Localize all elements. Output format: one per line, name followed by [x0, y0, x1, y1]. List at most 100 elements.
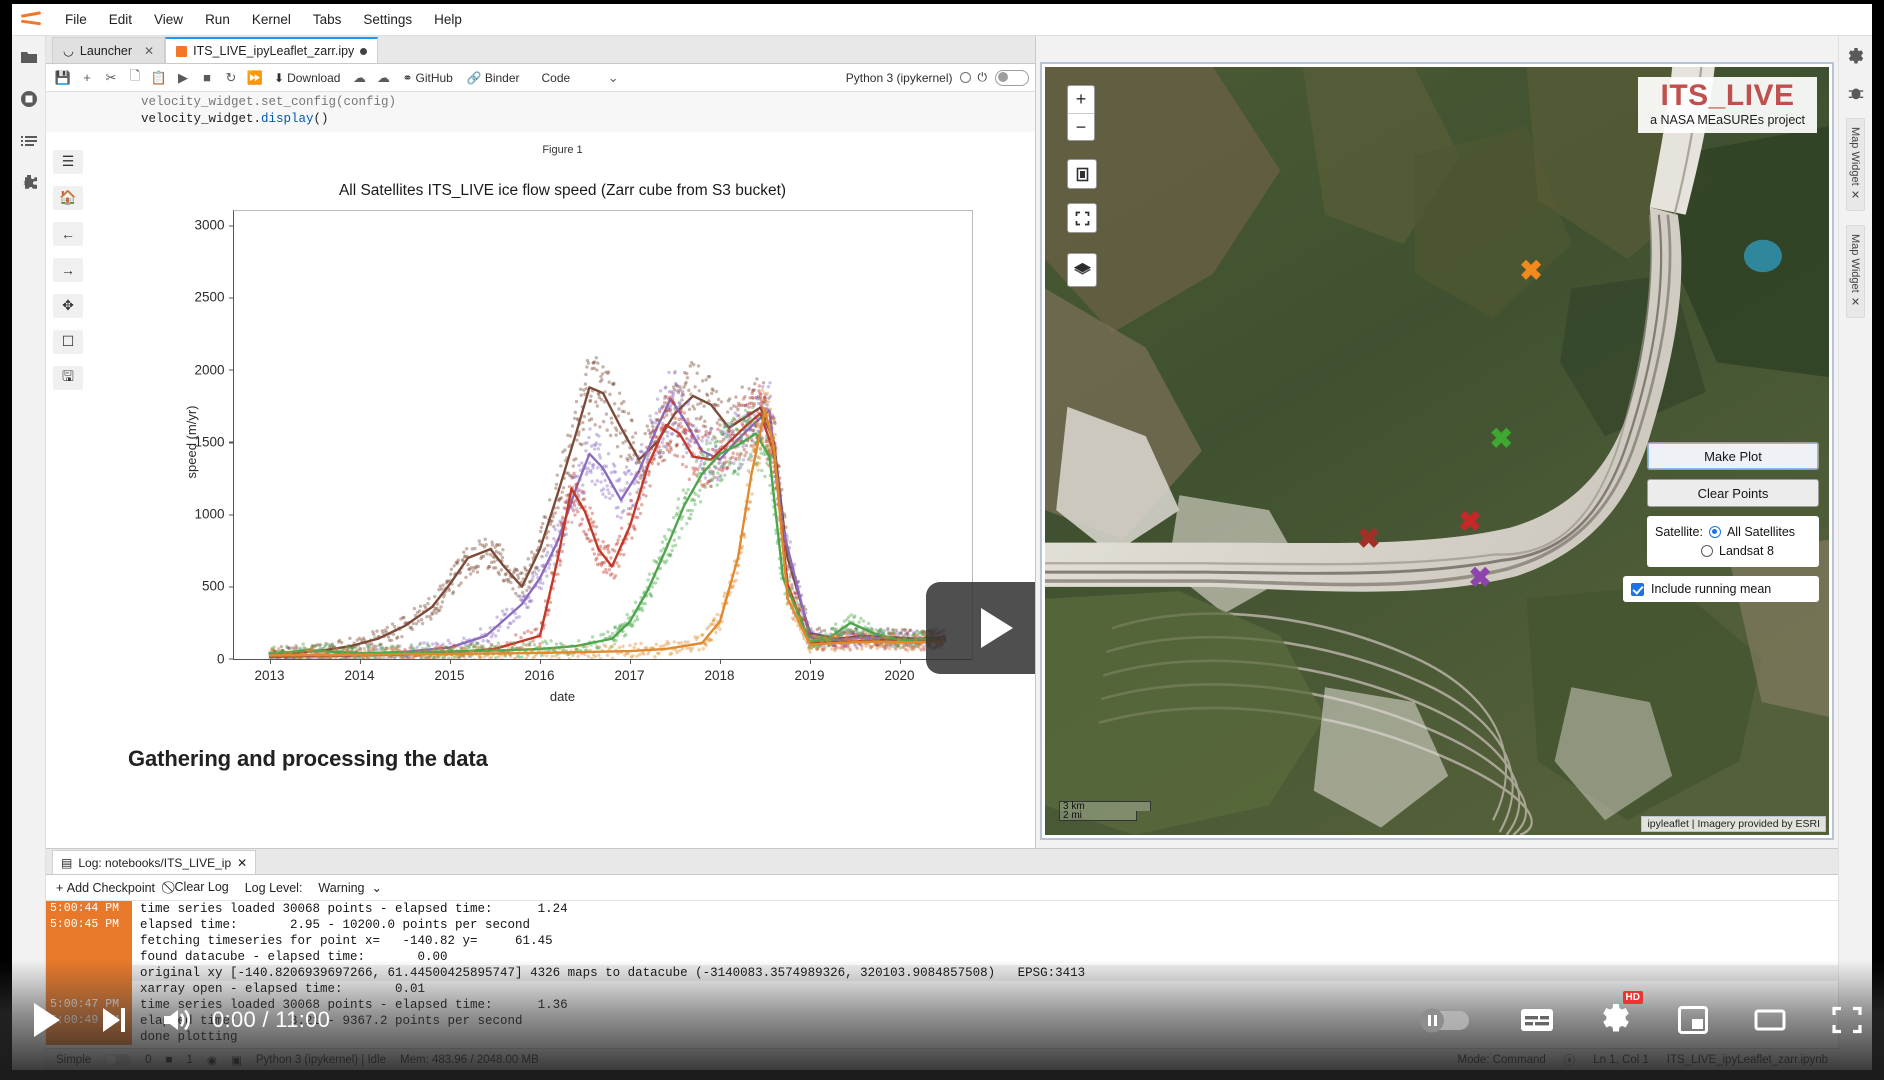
radio-landsat8-icon[interactable]	[1701, 544, 1713, 557]
menu-settings[interactable]: Settings	[352, 8, 423, 31]
clear-log-button[interactable]: ⃠ Clear Log	[171, 880, 229, 895]
paste-icon[interactable]: 📋	[148, 67, 170, 89]
figure-play-button[interactable]	[926, 582, 1035, 674]
map-marker-purple[interactable]: ✖	[1468, 563, 1491, 592]
quality-hd-badge: HD	[1622, 991, 1643, 1004]
menu-view[interactable]: View	[143, 8, 194, 31]
fullscreen-map-button[interactable]	[1067, 203, 1097, 233]
map-marker-red[interactable]: ✖	[1458, 508, 1481, 536]
mpl-home-icon[interactable]: 🏠	[53, 185, 83, 210]
add-cell-icon[interactable]: +	[76, 67, 98, 89]
save-icon[interactable]: 💾	[52, 67, 74, 89]
map-frame: + − ITS_LIVE a NASA MEaSUREs project ✖ ✖…	[1040, 62, 1834, 840]
chart-x-tick: 2013	[254, 658, 285, 683]
tab-launcher[interactable]: ◡ Launcher ✕	[52, 37, 166, 63]
cell-type-select[interactable]: Code	[536, 71, 577, 85]
push-to-cloud-icon[interactable]: ☁	[348, 67, 370, 89]
kernel-icon[interactable]: ◉	[207, 1053, 217, 1067]
next-video-button[interactable]	[96, 1003, 130, 1037]
notebook-scroll-area[interactable]: velocity_widget.set_config(config) veloc…	[46, 92, 1035, 848]
mpl-forward-icon[interactable]: →	[53, 257, 83, 282]
map-marker-darkred[interactable]: ✖	[1357, 525, 1380, 553]
close-icon[interactable]: ✕	[144, 44, 154, 58]
volume-button[interactable]	[158, 1002, 194, 1038]
menu-kernel[interactable]: Kernel	[241, 8, 302, 31]
settings-gear-icon[interactable]: HD	[1600, 991, 1643, 1036]
menu-edit[interactable]: Edit	[98, 8, 143, 31]
leaflet-map[interactable]: + − ITS_LIVE a NASA MEaSUREs project ✖ ✖…	[1045, 67, 1829, 835]
cut-icon[interactable]: ✂	[100, 67, 122, 89]
fullscreen-button[interactable]	[1832, 1006, 1862, 1034]
tab-notebook-label: ITS_LIVE_ipyLeaflet_zarr.ipy	[193, 44, 355, 58]
code-cell-fragment[interactable]: velocity_widget.set_config(config) veloc…	[46, 92, 1035, 132]
satellite-option-landsat8[interactable]: Landsat 8	[1655, 541, 1811, 560]
jupyter-logo	[18, 8, 44, 32]
chevron-down-icon[interactable]: ⌄	[602, 67, 624, 89]
log-level-select[interactable]: Warning ⌄	[318, 880, 382, 895]
make-plot-button[interactable]: Make Plot	[1647, 442, 1819, 470]
autoplay-toggle[interactable]	[1418, 1005, 1474, 1035]
map-widget-tab-2[interactable]: Map Widget ✕	[1846, 224, 1865, 318]
mpl-zoom-rect-icon[interactable]: ☐	[53, 329, 83, 354]
zoom-in-button[interactable]: +	[1068, 86, 1094, 113]
restart-kernel-icon[interactable]: ↻	[220, 67, 242, 89]
table-of-contents-icon[interactable]	[18, 130, 40, 152]
close-icon[interactable]: ✕	[237, 856, 247, 870]
code-parens: ()	[313, 111, 329, 126]
terminals-count[interactable]: 0	[145, 1054, 151, 1066]
clear-points-button[interactable]: Clear Points	[1647, 479, 1819, 507]
property-inspector-icon[interactable]	[1845, 46, 1867, 68]
mpl-pan-icon[interactable]: ✥	[53, 293, 83, 318]
kernel-status-text[interactable]: Python 3 (ipykernel) | Idle	[256, 1054, 386, 1066]
satellite-option-all[interactable]: Satellite: All Satellites	[1655, 522, 1811, 541]
pull-from-cloud-icon[interactable]: ☁	[372, 67, 394, 89]
figure-canvas[interactable]: Figure 1 All Satellites ITS_LIVE ice flo…	[90, 140, 1035, 722]
chart-series-point-red	[267, 383, 946, 659]
restart-run-all-icon[interactable]: ⏩	[244, 67, 266, 89]
github-button[interactable]: ⚭ GitHub	[396, 71, 458, 85]
tab-log-console[interactable]: ▤ Log: notebooks/ITS_LIVE_ip ✕	[52, 850, 257, 874]
clear-log-label: Clear Log	[174, 880, 229, 894]
notebook-status-icon[interactable]: ▣	[231, 1053, 242, 1067]
binder-button[interactable]: 🔗 Binder	[461, 71, 526, 85]
radio-all-satellites-icon[interactable]	[1708, 525, 1721, 538]
terminal-icon[interactable]: ■	[166, 1054, 173, 1066]
zoom-out-button[interactable]: −	[1068, 113, 1094, 140]
map-marker-orange[interactable]: ✖	[1519, 256, 1542, 285]
extension-manager-icon[interactable]	[18, 172, 40, 194]
mpl-save-icon[interactable]: 🖫	[53, 365, 83, 390]
running-sessions-icon[interactable]	[18, 88, 40, 110]
notebook-mode-toggle[interactable]	[995, 69, 1029, 86]
copy-icon[interactable]: 🗋	[124, 67, 146, 89]
chart-x-tick: 2020	[884, 658, 915, 683]
running-mean-checkbox-row[interactable]: Include running mean	[1623, 576, 1819, 602]
run-icon[interactable]: ▶	[172, 67, 194, 89]
stop-icon[interactable]: ■	[196, 67, 218, 89]
menu-tabs[interactable]: Tabs	[302, 8, 353, 31]
log-row: 5:00:44 PM time series loaded 30068 point…	[46, 901, 1838, 917]
kernels-count[interactable]: 1	[187, 1054, 193, 1066]
mpl-back-icon[interactable]: ←	[53, 221, 83, 246]
debugger-icon[interactable]	[1845, 82, 1867, 104]
layers-button[interactable]	[1067, 253, 1097, 287]
simple-mode-toggle[interactable]	[105, 1053, 132, 1066]
draw-rectangle-button[interactable]	[1067, 159, 1097, 189]
file-browser-icon[interactable]	[18, 46, 40, 68]
kernel-indicator[interactable]: Python 3 (ipykernel) ⏻	[846, 70, 993, 85]
subtitles-button[interactable]	[1520, 1007, 1554, 1033]
theater-mode-button[interactable]	[1754, 1007, 1786, 1033]
chart-plot-area[interactable]: 0 500 1000 1500 2000 2500 3000 2013 2014 2015 2016…	[194, 209, 973, 683]
mpl-menu-icon[interactable]: ☰	[53, 149, 83, 174]
checkbox-checked-icon[interactable]	[1631, 582, 1644, 596]
menu-file[interactable]: File	[54, 8, 98, 31]
map-widget-tab-1[interactable]: Map Widget ✕	[1846, 118, 1865, 211]
map-marker-green[interactable]: ✖	[1490, 425, 1513, 453]
menu-help[interactable]: Help	[423, 8, 473, 31]
play-button[interactable]	[22, 997, 68, 1043]
download-button[interactable]: ⬇ Download	[268, 71, 346, 85]
tab-notebook[interactable]: ITS_LIVE_ipyLeaflet_zarr.ipy	[165, 37, 379, 63]
miniplayer-button[interactable]	[1678, 1006, 1708, 1034]
menu-run[interactable]: Run	[194, 8, 241, 31]
add-checkpoint-button[interactable]: + Add Checkpoint	[56, 881, 155, 895]
ice-flow-speed-chart[interactable]: All Satellites ITS_LIVE ice flow speed (…	[133, 162, 993, 722]
